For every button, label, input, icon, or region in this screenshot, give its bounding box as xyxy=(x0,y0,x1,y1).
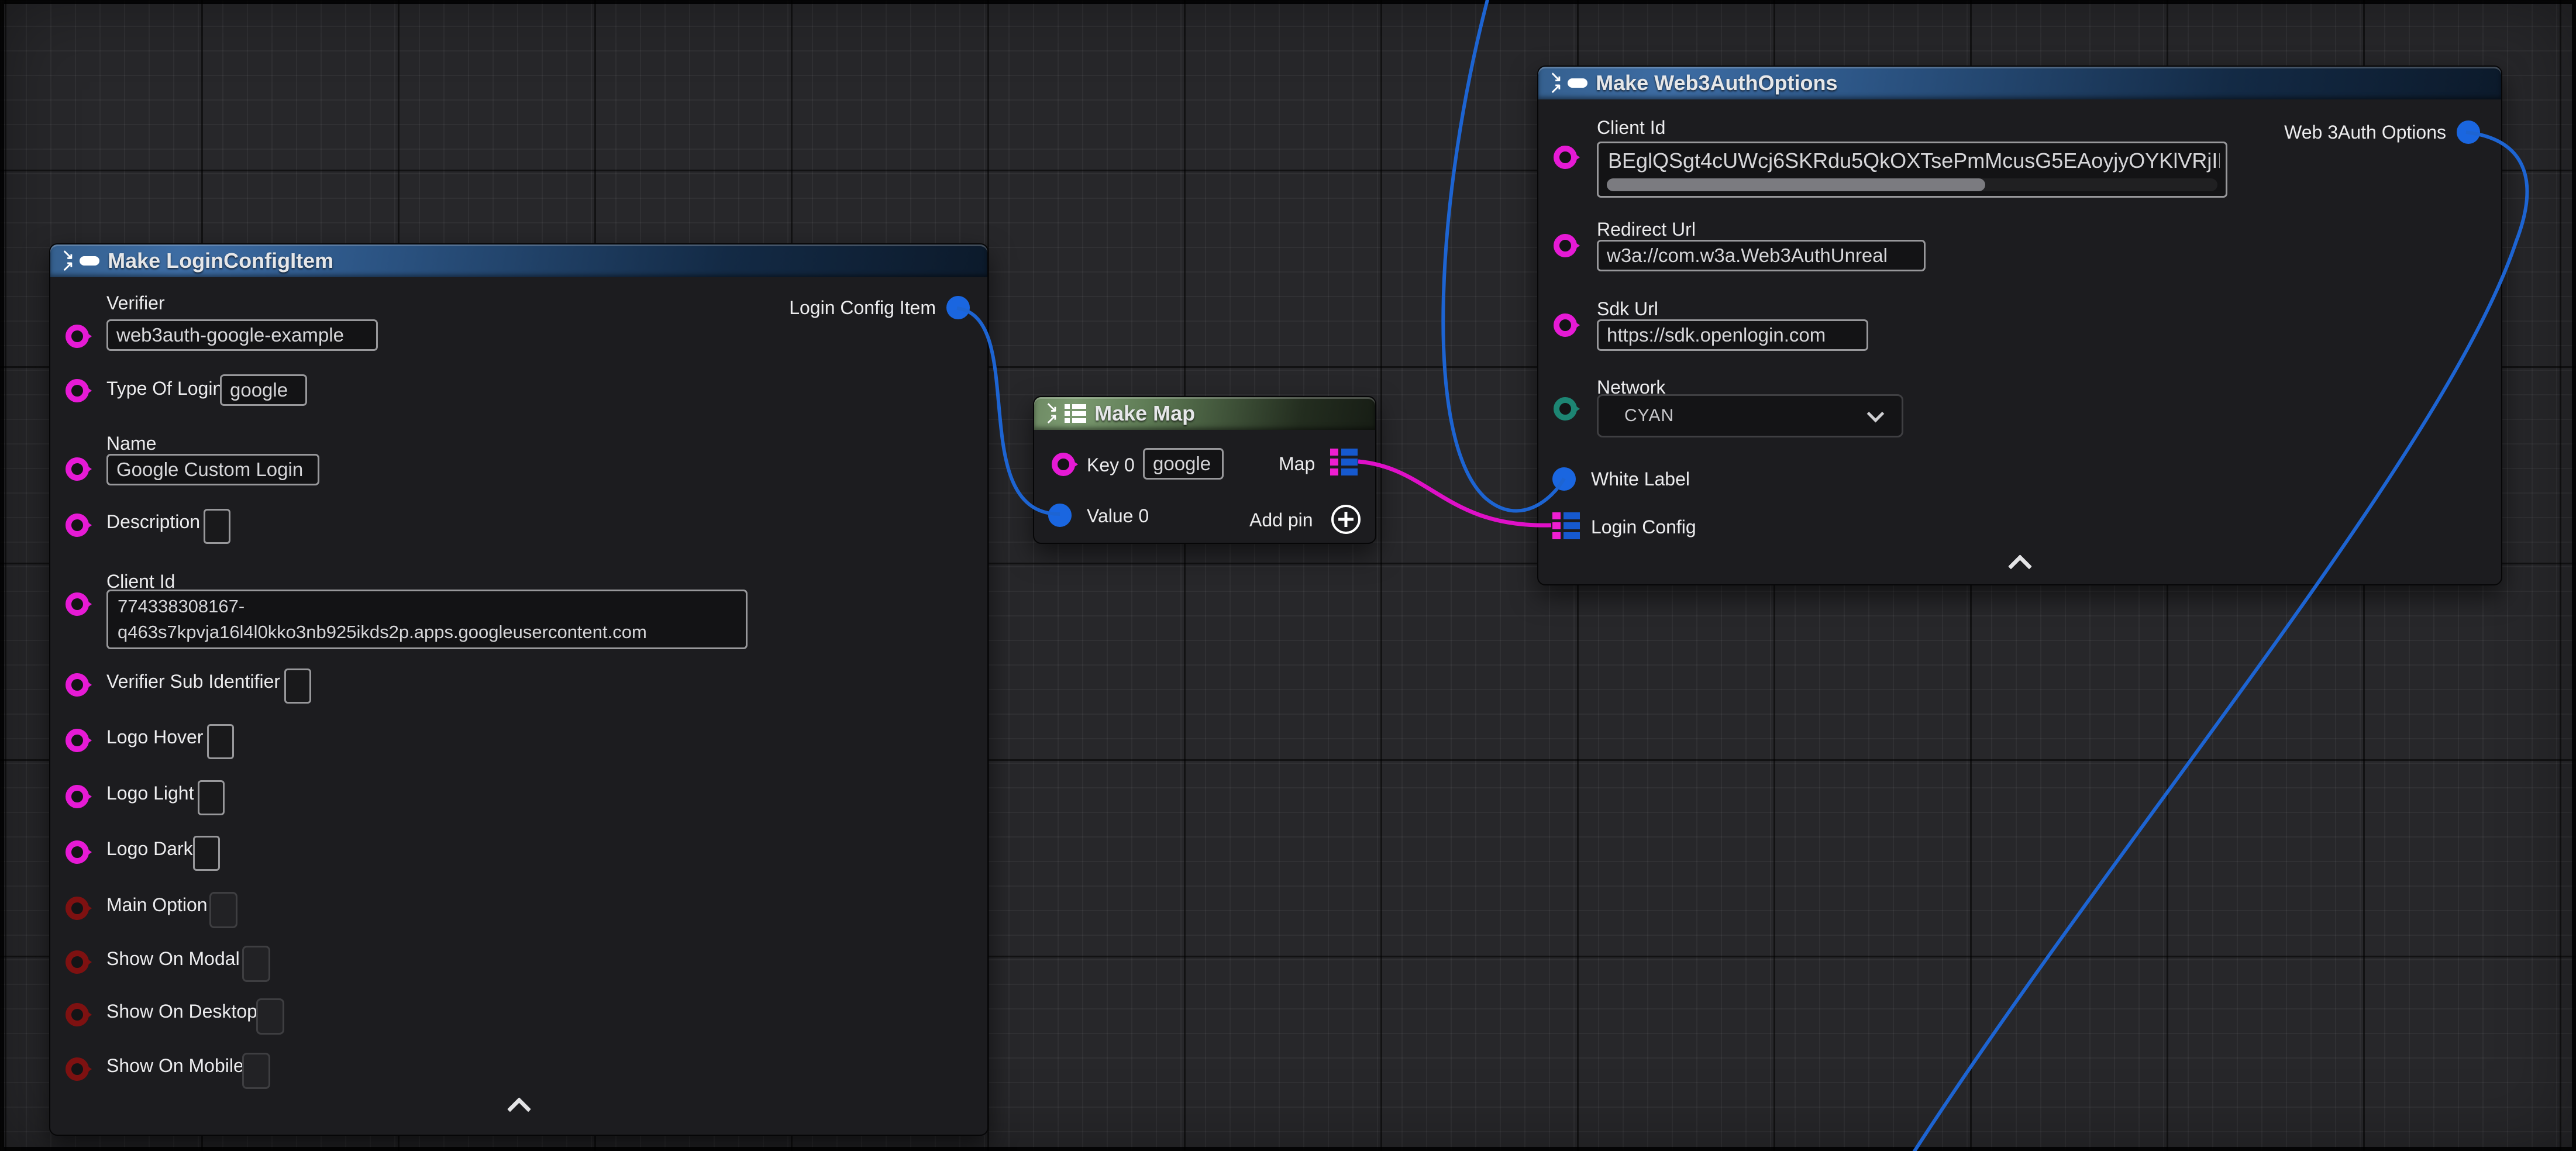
input-pin-main-option[interactable] xyxy=(66,897,89,920)
input-pin-logo-hover[interactable] xyxy=(66,729,89,752)
chevron-up-icon xyxy=(2007,554,2031,578)
pin-label-description: Description xyxy=(106,511,200,533)
output-pin-map[interactable] xyxy=(1330,449,1358,475)
key-0-field[interactable]: google xyxy=(1143,448,1224,480)
collapse-node-button[interactable] xyxy=(2002,553,2037,573)
pin-label-type-of-login: Type Of Login xyxy=(106,378,223,399)
logo-light-field[interactable] xyxy=(198,780,225,815)
output-pin-label: Web 3Auth Options xyxy=(2284,122,2446,143)
pin-label-login-config: Login Config xyxy=(1591,516,1696,538)
make-struct-icon-pill xyxy=(1568,78,1587,88)
pin-label-white-label: White Label xyxy=(1591,468,1690,490)
add-pin-button[interactable] xyxy=(1331,505,1361,534)
input-pin-redirect-url[interactable] xyxy=(1554,234,1577,257)
input-pin-logo-light[interactable] xyxy=(66,785,89,808)
pin-label-logo-hover: Logo Hover xyxy=(106,726,203,748)
output-row-login-config-item: Login Config Item xyxy=(789,296,970,319)
client-id-value: BEglQSgt4cUWcj6SKRdu5QkOXTsePmMcusG5EAoy… xyxy=(1608,147,2220,175)
verifier-field[interactable]: web3auth-google-example xyxy=(106,319,378,351)
input-pin-client-id[interactable] xyxy=(1554,146,1577,169)
show-on-desktop-checkbox[interactable] xyxy=(256,998,284,1035)
make-map-icon-arrows: ↘↗ xyxy=(1046,402,1058,425)
pin-label-sdk-url: Sdk Url xyxy=(1597,298,1658,320)
input-pin-verifier[interactable] xyxy=(66,325,89,348)
chevron-up-icon xyxy=(507,1097,531,1121)
name-field[interactable]: Google Custom Login xyxy=(106,454,319,485)
pin-label-key-0: Key 0 xyxy=(1087,454,1135,476)
node-make-web3authoptions[interactable]: ↘↗ Make Web3AuthOptions Web 3Auth Option… xyxy=(1537,66,2502,585)
make-map-icon-list xyxy=(1065,404,1086,423)
input-pin-show-on-mobile[interactable] xyxy=(66,1057,89,1081)
pin-label-show-on-modal: Show On Modal xyxy=(106,948,240,970)
client-id-field[interactable]: 774338308167-q463s7kpvja16l4l0kko3nb925i… xyxy=(106,590,748,649)
scrollbar-thumb[interactable] xyxy=(1607,178,1985,191)
make-struct-icon-pill xyxy=(80,256,99,266)
input-pin-name[interactable] xyxy=(66,457,89,481)
make-struct-icon: ↘↗ xyxy=(1550,71,1562,95)
pin-label-client-id: Client Id xyxy=(1597,117,1665,139)
pin-label-value-0: Value 0 xyxy=(1087,505,1149,527)
node-title: Make LoginConfigItem xyxy=(108,249,333,273)
client-id-field[interactable]: BEglQSgt4cUWcj6SKRdu5QkOXTsePmMcusG5EAoy… xyxy=(1597,142,2227,198)
node-make-map[interactable]: ↘↗ Make Map Key 0 google Map Value 0 Add… xyxy=(1033,396,1376,544)
show-on-modal-checkbox[interactable] xyxy=(242,946,270,982)
input-pin-show-on-modal[interactable] xyxy=(66,950,89,974)
sdk-url-field[interactable]: https://sdk.openlogin.com xyxy=(1597,319,1868,351)
pin-label-name: Name xyxy=(106,433,156,454)
logo-dark-field[interactable] xyxy=(193,836,220,871)
network-dropdown[interactable]: CYAN xyxy=(1597,394,1903,437)
redirect-url-field[interactable]: w3a://com.w3a.Web3AuthUnreal xyxy=(1597,240,1926,271)
type-of-login-field[interactable]: google xyxy=(220,374,307,406)
output-pin-label: Login Config Item xyxy=(789,297,936,319)
input-pin-sdk-url[interactable] xyxy=(1554,313,1577,337)
node-make-loginconfigitem[interactable]: ↘↗ Make LoginConfigItem Login Config Ite… xyxy=(49,243,989,1136)
input-pin-show-on-desktop[interactable] xyxy=(66,1003,89,1026)
output-row-web3auth-options: Web 3Auth Options xyxy=(2284,120,2480,144)
input-pin-description[interactable] xyxy=(66,514,89,537)
pin-label-redirect-url: Redirect Url xyxy=(1597,219,1696,240)
field-scrollbar[interactable] xyxy=(1607,178,2217,191)
make-struct-icon: ↘↗ xyxy=(62,249,74,273)
node-header-make-web3authoptions[interactable]: ↘↗ Make Web3AuthOptions xyxy=(1538,67,2501,99)
blueprint-graph-canvas[interactable]: ↘↗ Make LoginConfigItem Login Config Ite… xyxy=(0,0,2576,1151)
pin-label-verifier-sub-identifier: Verifier Sub Identifier xyxy=(106,671,280,692)
input-pin-login-config[interactable] xyxy=(1552,512,1580,539)
pin-label-logo-dark: Logo Dark xyxy=(106,838,193,860)
show-on-mobile-checkbox[interactable] xyxy=(242,1053,270,1089)
pin-label-logo-light: Logo Light xyxy=(106,783,194,804)
input-pin-client-id[interactable] xyxy=(66,592,89,616)
input-pin-key-0[interactable] xyxy=(1052,453,1075,476)
pin-label-main-option: Main Option xyxy=(106,894,208,916)
node-header-make-map[interactable]: ↘↗ Make Map xyxy=(1034,397,1375,430)
node-title: Make Map xyxy=(1094,401,1195,426)
input-pin-type-of-login[interactable] xyxy=(66,379,89,402)
description-field[interactable] xyxy=(204,509,230,544)
input-pin-verifier-sub-identifier[interactable] xyxy=(66,673,89,697)
logo-hover-field[interactable] xyxy=(207,724,234,759)
collapse-node-button[interactable] xyxy=(501,1096,536,1116)
chevron-down-icon xyxy=(1867,405,1885,422)
verifier-sub-identifier-field[interactable] xyxy=(284,668,311,704)
network-selected-value: CYAN xyxy=(1624,406,1674,426)
pin-label-show-on-desktop: Show On Desktop xyxy=(106,1001,257,1022)
pin-label-verifier: Verifier xyxy=(106,292,165,314)
pin-label-show-on-mobile: Show On Mobile xyxy=(106,1055,244,1077)
output-pin-label-map: Map xyxy=(1279,453,1315,475)
input-pin-network[interactable] xyxy=(1554,397,1577,421)
input-pin-logo-dark[interactable] xyxy=(66,840,89,864)
add-pin-label: Add pin xyxy=(1249,509,1313,531)
node-title: Make Web3AuthOptions xyxy=(1596,71,1837,95)
main-option-checkbox[interactable] xyxy=(209,892,237,928)
wire-map-to-login-config[interactable] xyxy=(1358,461,1551,525)
node-header-make-loginconfigitem[interactable]: ↘↗ Make LoginConfigItem xyxy=(50,244,987,277)
